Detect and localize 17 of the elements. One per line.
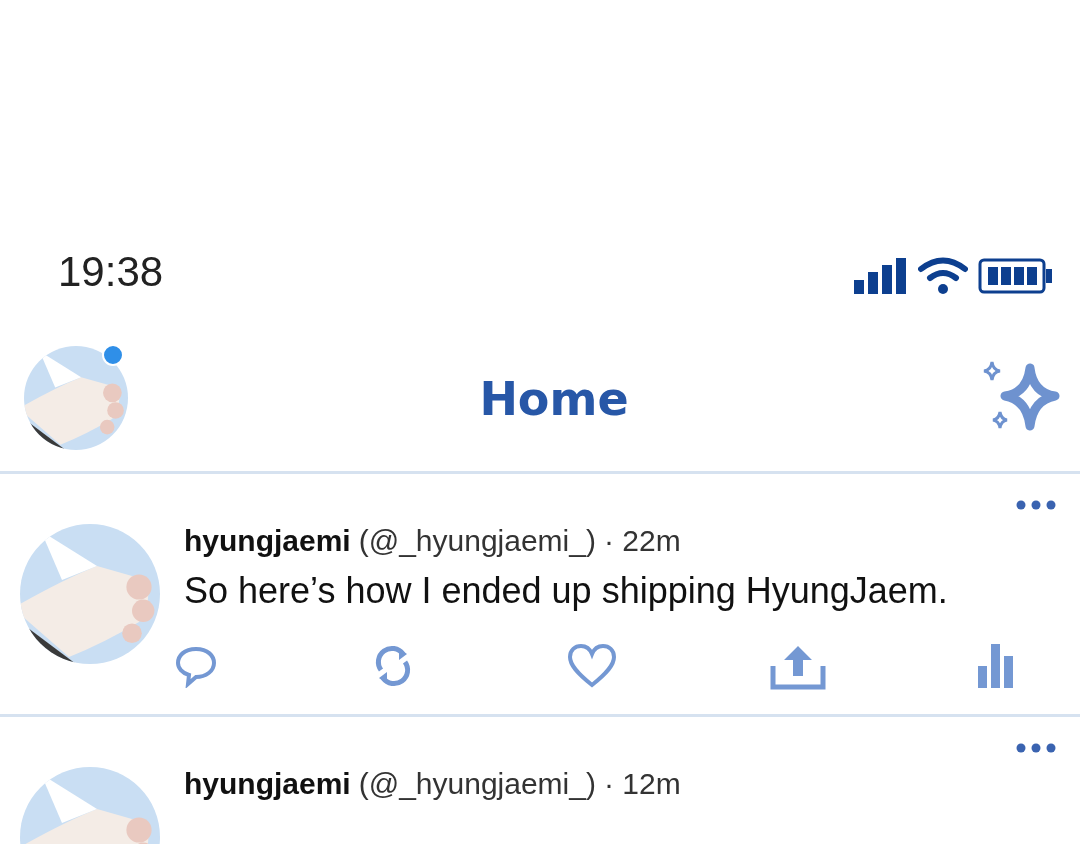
battery-icon	[978, 258, 1054, 294]
user-name[interactable]: hyungjaemi	[184, 524, 351, 558]
post-time: · 12m	[603, 767, 681, 801]
user-handle: (@_hyungjaemi_)	[358, 767, 596, 801]
signal-icon	[854, 258, 908, 294]
reply-icon[interactable]	[174, 644, 218, 688]
more-icon[interactable]	[1016, 500, 1056, 510]
heart-icon[interactable]	[567, 643, 617, 689]
post-text: So here’s how I ended up shipping HyungJaem.	[184, 570, 949, 612]
user-handle: (@_hyungjaemi_)	[358, 524, 596, 558]
page-title: Home	[479, 371, 629, 426]
clock-time: 19:38	[58, 248, 164, 296]
user-name[interactable]: hyungjaemi	[184, 767, 351, 801]
more-icon[interactable]	[1016, 743, 1056, 753]
post-time: · 22m	[603, 524, 681, 558]
wifi-icon	[918, 256, 968, 296]
stats-icon[interactable]	[978, 644, 1014, 688]
